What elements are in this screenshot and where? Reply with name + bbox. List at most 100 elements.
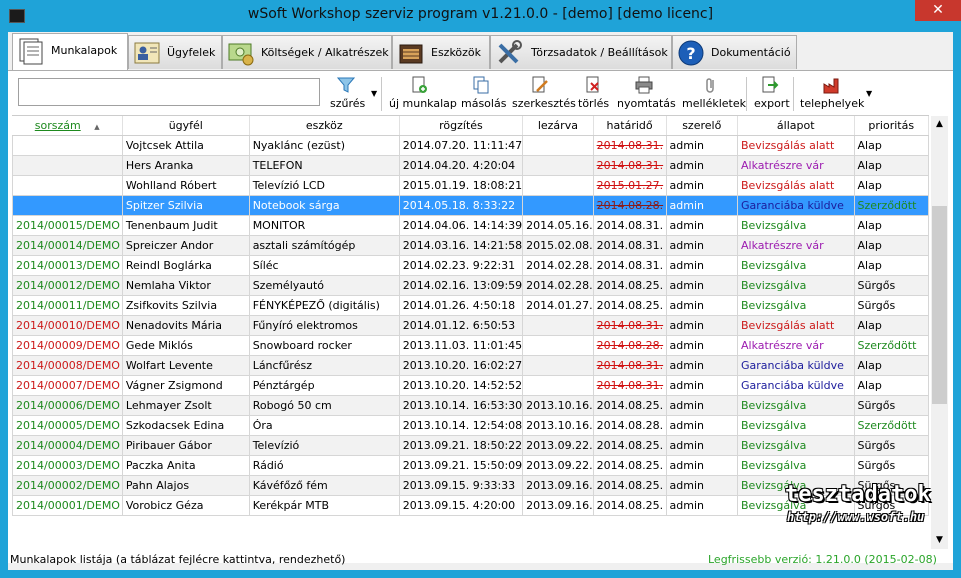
svg-text:?: ?	[686, 44, 695, 63]
table-row[interactable]: 2014/00003/DEMO Paczka Anita Rádió 2013.09.…	[12, 455, 929, 476]
cell-tech: admin	[665, 275, 738, 296]
chevron-down-icon[interactable]: ▼	[371, 89, 377, 98]
edit-button[interactable]: szerkesztés	[509, 74, 576, 112]
chevron-down-icon[interactable]: ▼	[866, 89, 872, 98]
cell-tech: admin	[665, 335, 738, 356]
tab-torzsadatok[interactable]: Törzsadatok / Beállítások	[490, 35, 672, 69]
cell-closed	[522, 335, 594, 356]
cell-priority: Alap	[853, 315, 929, 336]
cell-customer: Piribauer Gábor	[121, 435, 250, 456]
table-row[interactable]: Hers Aranka TELEFON 2014.04.20. 4:20:04 201…	[12, 155, 929, 176]
cell-id: 2014/00004/DEMO	[12, 435, 123, 456]
col-sorszam[interactable]: sorszám ▲	[12, 116, 123, 136]
export-button[interactable]: export	[751, 74, 791, 112]
vertical-scrollbar[interactable]: ▲ ▼	[931, 116, 948, 549]
tab-koltsegek[interactable]: Költségek / Alkatrészek	[222, 35, 392, 69]
table-row[interactable]: 2014/00015/DEMO Tenenbaum Judit MONITOR 201…	[12, 215, 929, 236]
table-row[interactable]: 2014/00009/DEMO Gede Miklós Snowboard rock…	[12, 335, 929, 356]
scroll-up-arrow-icon[interactable]: ▲	[931, 116, 948, 133]
tab-label: Ügyfelek	[167, 46, 216, 59]
cell-device: Kerékpár MTB	[248, 495, 400, 516]
table-row[interactable]: Spitzer Szilvia Notebook sárga 2014.05.18.…	[12, 195, 929, 216]
table-row[interactable]: Wohlland Róbert Televízió LCD 2015.01.19. …	[12, 175, 929, 196]
cell-status: Bevizsgálva	[736, 455, 855, 476]
cell-deadline: 2014.08.31.	[592, 315, 667, 336]
paperclip-icon	[706, 78, 714, 93]
cell-customer: Tenenbaum Judit	[121, 215, 250, 236]
app-window: wSoft Workshop szerviz program v1.21.0.0…	[0, 0, 961, 578]
table-header: sorszám ▲ ügyfél eszköz rögzítés lezárva…	[12, 116, 929, 136]
sites-button[interactable]: telephelyek ▼	[797, 74, 877, 112]
attachments-button[interactable]: mellékletek	[679, 74, 746, 112]
cell-device: Robogó 50 cm	[248, 395, 400, 416]
cell-closed: 2013.10.16.	[522, 395, 594, 416]
cell-customer: Pahn Alajos	[121, 475, 250, 496]
cell-recorded: 2014.07.20. 11:11:47	[398, 135, 524, 156]
print-button[interactable]: nyomtatás	[614, 74, 676, 112]
table-row[interactable]: 2014/00014/DEMO Spreiczer Andor asztali sz…	[12, 235, 929, 256]
cell-tech: admin	[665, 495, 738, 516]
tab-eszkozok[interactable]: Eszközök	[392, 35, 490, 69]
cell-deadline: 2014.08.31.	[592, 215, 667, 236]
cell-tech: admin	[665, 475, 738, 496]
table-row[interactable]: 2014/00005/DEMO Szkodacsek Edina Óra 2013.1…	[12, 415, 929, 436]
cell-device: Óra	[248, 415, 400, 436]
scrollbar-thumb[interactable]	[932, 206, 947, 404]
cell-customer: Lehmayer Zsolt	[121, 395, 250, 416]
cell-priority: Alap	[853, 355, 929, 376]
table-row[interactable]: 2014/00006/DEMO Lehmayer Zsolt Robogó 50 c…	[12, 395, 929, 416]
table-row[interactable]: Vojtcsek Attila Nyaklánc (ezüst) 2014.07.2…	[12, 135, 929, 156]
cell-device: Kávéfőző fém	[248, 475, 400, 496]
table-row[interactable]: 2014/00011/DEMO Zsifkovits Szilvia FÉNYKÉP…	[12, 295, 929, 316]
version-link[interactable]: Legfrissebb verzió: 1.21.0.0 (2015-02-08…	[708, 553, 937, 566]
tab-ugyfelek[interactable]: Ügyfelek	[128, 35, 222, 69]
cell-status: Bevizsgálva	[736, 215, 855, 236]
tab-dokumentacio[interactable]: ? Dokumentáció	[672, 35, 797, 69]
cell-device: Snowboard rocker	[248, 335, 400, 356]
cell-customer: Wolfart Levente	[121, 355, 250, 376]
col-rogzites[interactable]: rögzítés	[399, 116, 524, 136]
cell-recorded: 2014.03.16. 14:21:58	[398, 235, 524, 256]
cell-id: 2014/00001/DEMO	[12, 495, 123, 516]
toolbar-separator	[793, 77, 794, 111]
col-allapot[interactable]: állapot	[737, 116, 855, 136]
cell-id: 2014/00007/DEMO	[12, 375, 123, 396]
cell-priority: Sürgős	[853, 395, 929, 416]
cell-status: Garanciába küldve	[736, 375, 855, 396]
cell-recorded: 2013.10.20. 16:02:27	[398, 355, 524, 376]
new-worksheet-button[interactable]: új munkalap	[386, 74, 457, 112]
sites-label: telephelyek	[800, 97, 865, 110]
col-ugyfel[interactable]: ügyfél	[122, 116, 250, 136]
cell-closed	[522, 155, 594, 176]
tools-settings-icon	[498, 40, 522, 64]
copy-button[interactable]: másolás	[458, 74, 506, 112]
cell-priority: Alap	[853, 215, 929, 236]
table-row[interactable]: 2014/00007/DEMO Vágner Zsigmond Pénztárgép…	[12, 375, 929, 396]
cell-id: 2014/00006/DEMO	[12, 395, 123, 416]
title-bar[interactable]: wSoft Workshop szerviz program v1.21.0.0…	[0, 0, 961, 32]
cell-id: 2014/00005/DEMO	[12, 415, 123, 436]
close-button[interactable]: ✕	[915, 0, 961, 21]
col-prioritas[interactable]: prioritás	[854, 116, 929, 136]
table-row[interactable]: 2014/00004/DEMO Piribauer Gábor Televízió 2…	[12, 435, 929, 456]
col-szerelo[interactable]: szerelő	[666, 116, 738, 136]
table-row[interactable]: 2014/00012/DEMO Nemlaha Viktor Személyautó…	[12, 275, 929, 296]
table-row[interactable]: 2014/00010/DEMO Nenadovits Mária Fűnyíró e…	[12, 315, 929, 336]
cell-recorded: 2013.09.15. 4:20:00	[398, 495, 524, 516]
cell-tech: admin	[665, 415, 738, 436]
table-row[interactable]: 2014/00008/DEMO Wolfart Levente Láncfűrész…	[12, 355, 929, 376]
filter-button[interactable]: szűrés ▼	[327, 74, 379, 112]
delete-button[interactable]: törlés	[575, 74, 611, 112]
col-hatarido[interactable]: határidő	[593, 116, 667, 136]
tab-munkalapok[interactable]: Munkalapok	[12, 33, 128, 70]
toolbar-separator	[746, 77, 747, 111]
table-row[interactable]: 2014/00013/DEMO Reindl Boglárka Síléc 2014.…	[12, 255, 929, 276]
scroll-down-arrow-icon[interactable]: ▼	[931, 532, 948, 549]
col-eszkoz[interactable]: eszköz	[249, 116, 400, 136]
col-lezarva[interactable]: lezárva	[522, 116, 594, 136]
cell-deadline: 2014.08.25.	[592, 455, 667, 476]
search-input[interactable]	[18, 78, 320, 106]
cell-status: Bevizsgálás alatt	[736, 135, 855, 156]
cell-id	[12, 155, 123, 176]
worksheets-grid: sorszám ▲ ügyfél eszköz rögzítés lezárva…	[12, 116, 929, 516]
